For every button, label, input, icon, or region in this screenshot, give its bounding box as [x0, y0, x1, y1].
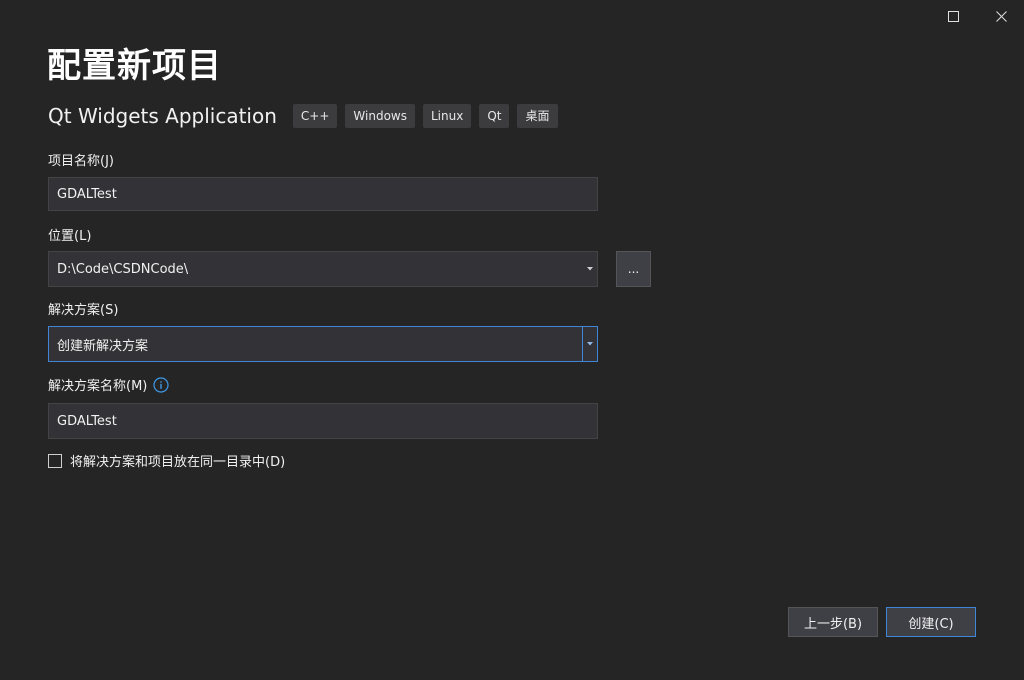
- solution-value: 创建新解决方案: [57, 338, 149, 354]
- project-name-label: 项目名称(J): [48, 154, 114, 169]
- template-info: Qt Widgets Application C++ Windows Linux…: [48, 104, 566, 128]
- browse-button[interactable]: ...: [616, 251, 651, 287]
- chevron-down-icon: [587, 342, 593, 346]
- project-name-value: GDALTest: [57, 186, 117, 202]
- solution-dropdown-arrow[interactable]: [582, 327, 597, 361]
- solution-combobox[interactable]: 创建新解决方案: [48, 326, 598, 362]
- solution-name-value: GDALTest: [57, 413, 117, 429]
- solution-name-label: 解决方案名称(M): [48, 379, 148, 394]
- solution-name-input[interactable]: GDALTest: [48, 403, 598, 439]
- info-icon[interactable]: [153, 376, 169, 393]
- page-title: 配置新项目: [47, 46, 222, 86]
- tag-desktop: 桌面: [517, 104, 558, 128]
- solution-label: 解决方案(S): [48, 303, 119, 318]
- back-button[interactable]: 上一步(B): [788, 607, 878, 637]
- template-name: Qt Widgets Application: [48, 104, 277, 128]
- chevron-down-icon: [587, 267, 593, 271]
- tag-qt: Qt: [479, 104, 510, 128]
- location-dropdown-arrow[interactable]: [583, 252, 597, 286]
- close-button[interactable]: [981, 4, 1021, 28]
- location-label: 位置(L): [48, 229, 92, 244]
- project-name-input[interactable]: GDALTest: [48, 177, 598, 211]
- same-directory-checkbox[interactable]: [48, 453, 62, 468]
- location-value: D:\Code\CSDNCode\: [57, 261, 189, 277]
- solution-name-label-row: 解决方案名称(M): [48, 375, 169, 394]
- tag-linux: Linux: [422, 104, 472, 128]
- maximize-button[interactable]: [933, 4, 973, 28]
- same-directory-option[interactable]: 将解决方案和项目放在同一目录中(D): [48, 451, 285, 470]
- tag-windows: Windows: [345, 104, 415, 128]
- create-button[interactable]: 创建(C): [886, 607, 976, 637]
- maximize-icon: [947, 10, 959, 22]
- close-icon: [995, 10, 1007, 22]
- same-directory-label: 将解决方案和项目放在同一目录中(D): [70, 455, 286, 470]
- location-combobox[interactable]: D:\Code\CSDNCode\: [48, 251, 598, 287]
- tag-cpp: C++: [292, 104, 338, 128]
